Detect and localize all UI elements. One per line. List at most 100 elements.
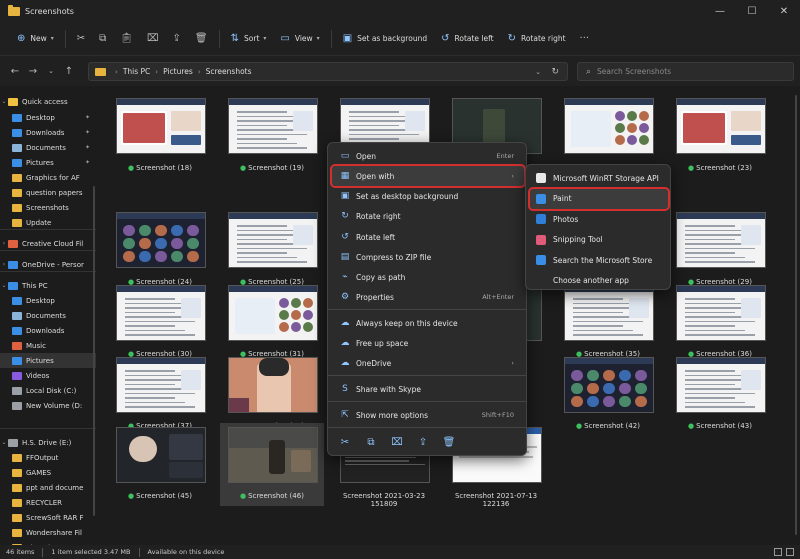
breadcrumb-this-pc[interactable]: This PC (123, 67, 150, 76)
sidebar-item-pictures[interactable]: Pictures ✦ (0, 155, 96, 170)
sidebar-item-local-disk-c[interactable]: Local Disk (C:) (0, 383, 96, 398)
thumbnail-image[interactable] (116, 285, 206, 341)
sidebar-item-screenshots[interactable]: Screenshots (0, 200, 96, 215)
cut-icon[interactable]: ✂ (332, 437, 358, 448)
trash-icon[interactable]: 🗑︎ (436, 437, 462, 448)
sidebar-item-new-volume-d[interactable]: New Volume (D: (0, 398, 96, 413)
thumbnail-image[interactable] (676, 212, 766, 268)
rotate-right-button[interactable]: ↻ Rotate right (501, 27, 573, 51)
maximize-button[interactable]: ☐ (736, 0, 768, 22)
sidebar-item-h-s-drive-e[interactable]: ⌄ H.S. Drive (E:) (0, 435, 96, 450)
sidebar-item-music[interactable]: Music (0, 338, 96, 353)
thumbnail-image[interactable] (564, 98, 654, 154)
sidebar-item-pictures[interactable]: Pictures (0, 353, 96, 368)
file-tile[interactable]: ● Screenshot (31) (220, 281, 324, 364)
thumbnail-image[interactable] (116, 427, 206, 483)
new-button[interactable]: ⊕ New ▾ (10, 27, 61, 51)
context-item-share-with-skype[interactable]: S Share with Skype (332, 379, 524, 399)
share-icon[interactable]: ⇪ (410, 437, 436, 448)
thumbnail-image[interactable] (564, 357, 654, 413)
up-arrow-icon[interactable]: ↑ (60, 66, 78, 77)
chevron-down-icon[interactable]: ⌄ (535, 68, 541, 76)
copy-button[interactable]: ⧉ (92, 27, 113, 51)
context-item-copy-as-path[interactable]: ⌁ Copy as path (332, 267, 524, 287)
thumbnail-image[interactable] (564, 285, 654, 341)
view-button[interactable]: ▭ View ▾ (273, 27, 326, 51)
file-tile[interactable]: ● Screenshot (18) (108, 94, 212, 178)
submenu-item-search-the-microsoft-store[interactable]: Search the Microsoft Store (530, 250, 668, 270)
file-tile[interactable]: ● Screenshot (46) (220, 423, 324, 506)
sidebar-item-ppt-and-docume[interactable]: ppt and docume (0, 480, 96, 495)
sidebar-item-update[interactable]: Update (0, 215, 96, 230)
file-tile[interactable]: ● Screenshot (30) (108, 281, 212, 364)
sidebar-item-games[interactable]: GAMES (0, 465, 96, 480)
rename-button[interactable]: ⌧ (140, 27, 166, 51)
copy-icon[interactable]: ⧉ (358, 437, 384, 448)
sidebar-item-desktop[interactable]: Desktop (0, 293, 96, 308)
submenu-item-microsoft-winrt-storage-api[interactable]: Microsoft WinRT Storage API (530, 168, 668, 188)
back-arrow-icon[interactable]: ← (6, 66, 24, 77)
sidebar-item-videos[interactable]: Videos (0, 368, 96, 383)
close-button[interactable]: ✕ (768, 0, 800, 22)
thumbnail-image[interactable] (676, 285, 766, 341)
breadcrumb-pictures[interactable]: Pictures (163, 67, 193, 76)
context-item-always-keep-on-this-device[interactable]: ☁ Always keep on this device (332, 313, 524, 333)
cut-button[interactable]: ✂ (70, 27, 92, 51)
context-item-show-more-options[interactable]: ⇱ Show more options Shift+F10 (332, 405, 524, 425)
sidebar-item-screwsoft-rar-f[interactable]: ScrewSoft RAR F (0, 510, 96, 525)
thumbnail-image[interactable] (676, 357, 766, 413)
sidebar-item-this-pc[interactable]: ⌄ This PC (0, 278, 96, 293)
sidebar-item-documents[interactable]: Documents ✦ (0, 140, 96, 155)
file-tile[interactable]: ● Screenshot (29) (668, 208, 772, 292)
thumbnail-image[interactable] (228, 98, 318, 154)
sidebar-item-creative-cloud-fil[interactable]: › Creative Cloud Fil (0, 236, 96, 251)
breadcrumb-screenshots[interactable]: Screenshots (206, 67, 252, 76)
context-item-open[interactable]: ▭ Open Enter (332, 146, 524, 166)
paste-button[interactable]: 📋︎ (113, 27, 140, 51)
rotate-left-button[interactable]: ↺ Rotate left (434, 27, 500, 51)
refresh-icon[interactable]: ↻ (551, 67, 559, 77)
file-tile[interactable]: ● Screenshot (43) (668, 353, 772, 436)
share-button[interactable]: ⇪ (166, 27, 188, 51)
sidebar-item-documents[interactable]: Documents (0, 308, 96, 323)
context-item-open-with[interactable]: ▦ Open with › (332, 166, 524, 186)
context-item-rotate-left[interactable]: ↺ Rotate left (332, 227, 524, 247)
thumbnail-image[interactable] (116, 212, 206, 268)
sidebar-item-downloads[interactable]: Downloads (0, 323, 96, 338)
file-tile[interactable]: ● Screenshot (36) (668, 281, 772, 364)
search-input[interactable]: ⌕ Search Screenshots (577, 62, 794, 81)
thumbnail-view-icon[interactable] (786, 548, 794, 556)
recent-chevron-icon[interactable]: ⌄ (42, 67, 60, 75)
submenu-item-photos[interactable]: Photos (530, 209, 668, 229)
submenu-item-paint[interactable]: Paint (530, 189, 668, 209)
sidebar-item-recycler[interactable]: RECYCLER (0, 495, 96, 510)
forward-arrow-icon[interactable]: → (24, 66, 42, 77)
more-button[interactable]: ··· (573, 27, 597, 51)
thumbnail-image[interactable] (228, 212, 318, 268)
submenu-item-snipping-tool[interactable]: Snipping Tool (530, 230, 668, 250)
sidebar-item-onedrive-persor[interactable]: › OneDrive - Persor (0, 257, 96, 272)
details-view-icon[interactable] (774, 548, 782, 556)
delete-button[interactable]: 🗑︎ (188, 27, 215, 51)
submenu-item-choose-another-app[interactable]: Choose another app (530, 271, 668, 291)
file-tile[interactable]: ● Screenshot (19) (220, 94, 324, 178)
thumbnail-image[interactable] (116, 357, 206, 413)
sidebar-item-graphics-for-af[interactable]: Graphics for AF (0, 170, 96, 185)
thumbnail-image[interactable] (676, 98, 766, 154)
context-item-onedrive[interactable]: ☁ OneDrive › (332, 353, 524, 373)
context-item-free-up-space[interactable]: ☁ Free up space (332, 333, 524, 353)
file-tile[interactable]: ● Screenshot (25) (220, 208, 324, 292)
sidebar-item-ffoutput[interactable]: FFOutput (0, 450, 96, 465)
sidebar-item-question-papers[interactable]: question papers (0, 185, 96, 200)
file-tile[interactable]: ● Screenshot (35) (556, 281, 660, 364)
thumbnail-image[interactable] (228, 357, 318, 413)
scrollbar[interactable] (93, 186, 95, 516)
thumbnail-image[interactable] (116, 98, 206, 154)
context-item-set-as-desktop-background[interactable]: ▣ Set as desktop background (332, 186, 524, 206)
sidebar-item-wondershare-fil[interactable]: Wondershare Fil (0, 525, 96, 540)
sidebar-item-quick-access[interactable]: ⌄ Quick access (0, 94, 96, 109)
file-tile[interactable]: ● Screenshot (23) (668, 94, 772, 178)
context-item-properties[interactable]: ⚙ Properties Alt+Enter (332, 287, 524, 307)
sidebar-item-downloads[interactable]: Downloads ✦ (0, 125, 96, 140)
sort-button[interactable]: ⇅ Sort ▾ (224, 27, 274, 51)
